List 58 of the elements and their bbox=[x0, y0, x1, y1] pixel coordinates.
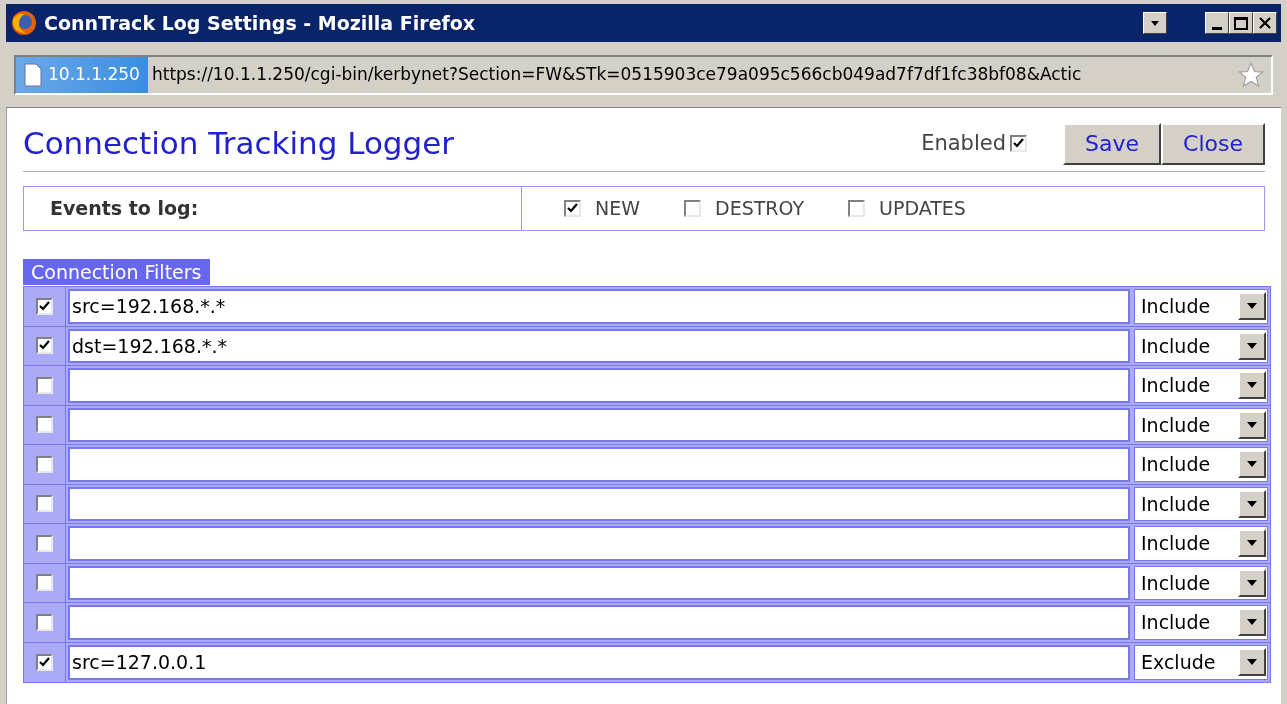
filter-checkbox[interactable] bbox=[36, 534, 53, 552]
checkmark-icon bbox=[39, 656, 50, 668]
event-checkbox[interactable] bbox=[848, 200, 866, 217]
filter-checkbox[interactable] bbox=[36, 613, 53, 631]
action-dropdown[interactable]: Include bbox=[1134, 605, 1268, 640]
close-icon bbox=[1259, 17, 1271, 29]
action-dropdown[interactable]: Include bbox=[1134, 328, 1268, 363]
event-checkbox[interactable] bbox=[564, 200, 581, 217]
maximize-button[interactable] bbox=[1229, 12, 1253, 34]
filter-input[interactable] bbox=[68, 447, 1130, 482]
page-icon bbox=[24, 62, 42, 87]
events-label: Events to log: bbox=[50, 196, 199, 222]
checkmark-icon bbox=[1013, 138, 1025, 149]
filter-checkbox[interactable] bbox=[36, 416, 53, 434]
event-label: DESTROY bbox=[715, 196, 805, 222]
filter-input[interactable] bbox=[68, 368, 1130, 403]
page-button[interactable]: Save bbox=[1063, 122, 1162, 165]
filter-checkbox[interactable] bbox=[36, 297, 53, 315]
filter-checkbox[interactable] bbox=[36, 376, 53, 394]
filter-checkbox[interactable] bbox=[36, 574, 53, 592]
event-checkbox[interactable] bbox=[684, 200, 701, 217]
event-label: NEW bbox=[595, 196, 640, 222]
filter-input[interactable] bbox=[68, 486, 1130, 521]
filter-input[interactable] bbox=[68, 565, 1130, 600]
action-dropdown[interactable]: Include bbox=[1134, 368, 1268, 403]
action-dropdown[interactable]: Include bbox=[1134, 407, 1268, 442]
address-bar[interactable]: 10.1.1.250 https://10.1.1.250/cgi-bin/kerbynet?Section=FW&STk=0515903ce79a095c566cb049ad7f7df1fc38bf08&Actic bbox=[14, 54, 1273, 95]
window-title: ConnTrack Log Settings - Mozilla Firefox bbox=[44, 10, 476, 36]
filter-input[interactable] bbox=[68, 605, 1130, 640]
filter-input[interactable]: dst=192.168.*.* bbox=[68, 328, 1130, 363]
filter-input[interactable]: src=127.0.0.1 bbox=[68, 644, 1130, 680]
checkmark-icon bbox=[39, 300, 50, 312]
filter-input[interactable]: src=192.168.*.* bbox=[68, 289, 1130, 324]
minimize-button[interactable] bbox=[1205, 12, 1229, 34]
filter-checkbox[interactable] bbox=[36, 653, 53, 671]
action-dropdown[interactable]: Include bbox=[1134, 289, 1268, 324]
checkmark-icon bbox=[567, 203, 578, 214]
checkmark-icon bbox=[39, 340, 50, 352]
enabled-checkbox[interactable] bbox=[1010, 135, 1028, 152]
event-label: UPDATES bbox=[879, 196, 966, 222]
enabled-label: Enabled bbox=[921, 129, 1007, 157]
filter-input[interactable] bbox=[68, 526, 1130, 561]
page-title: Connection Tracking Logger bbox=[23, 124, 455, 164]
action-dropdown[interactable]: Include bbox=[1134, 447, 1268, 482]
filters-heading: Connection Filters bbox=[23, 259, 210, 285]
page-button[interactable]: Close bbox=[1161, 122, 1265, 165]
filter-input[interactable] bbox=[68, 407, 1130, 442]
dropdown-button[interactable] bbox=[1143, 12, 1167, 34]
action-dropdown[interactable]: Include bbox=[1134, 486, 1268, 521]
action-dropdown[interactable]: Include bbox=[1134, 565, 1268, 600]
close-button[interactable] bbox=[1253, 12, 1277, 34]
filter-checkbox[interactable] bbox=[36, 337, 53, 355]
filter-checkbox[interactable] bbox=[36, 495, 53, 513]
filter-checkbox[interactable] bbox=[36, 455, 53, 473]
url-text: https://10.1.1.250/cgi-bin/kerbynet?Section=FW&STk=0515903ce79a095c566cb049ad7f7df1fc38bf08&Actic bbox=[150, 62, 1083, 86]
star-icon[interactable] bbox=[1237, 60, 1265, 89]
action-dropdown[interactable]: Include bbox=[1134, 526, 1268, 561]
action-dropdown[interactable]: Exclude bbox=[1134, 644, 1268, 680]
